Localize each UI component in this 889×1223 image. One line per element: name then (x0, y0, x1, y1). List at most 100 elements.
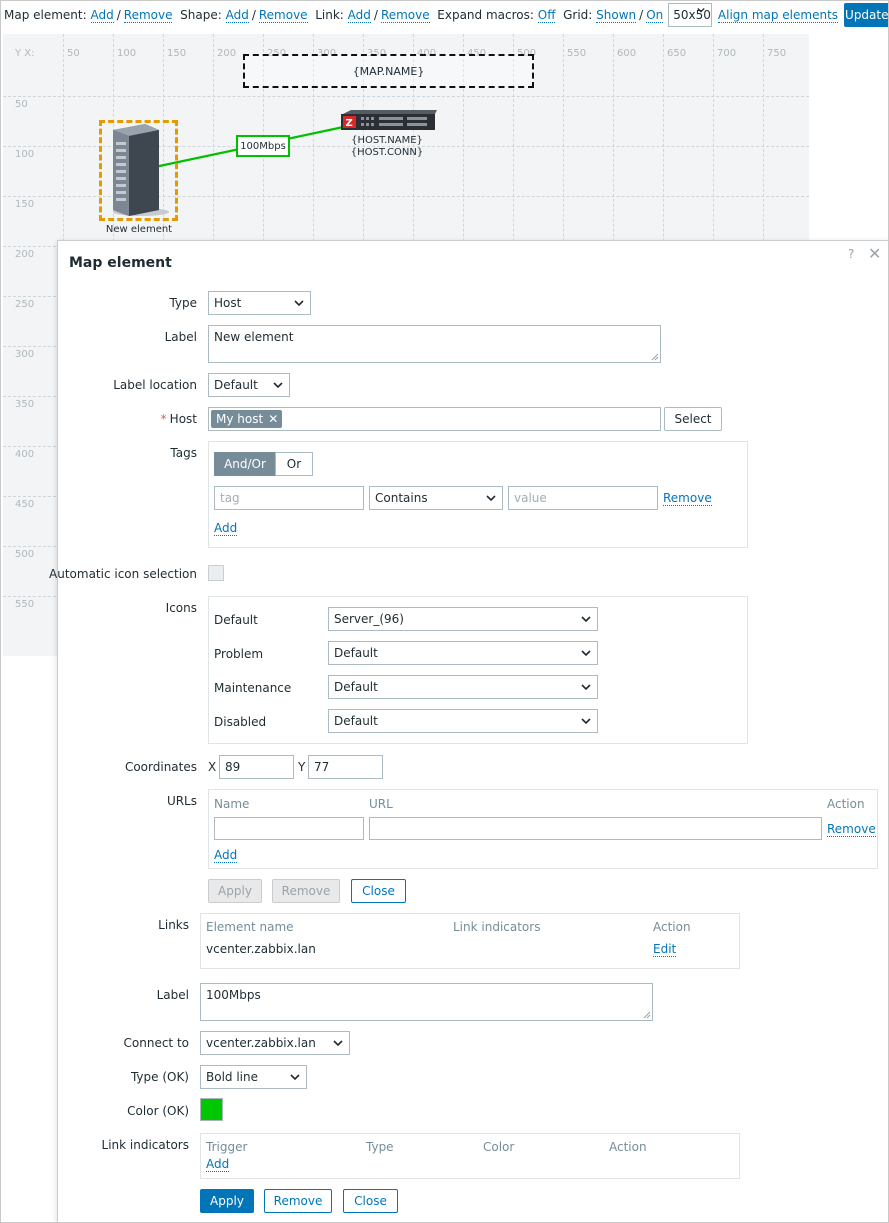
icon-select-maintenance[interactable]: Default (328, 675, 598, 699)
connect-to-value: vcenter.zabbix.lan (206, 1036, 316, 1050)
color-ok-swatch[interactable] (200, 1098, 223, 1121)
icon-row-label: Default (214, 613, 258, 627)
tag-remove-link[interactable]: Remove (663, 491, 712, 506)
element-remove-button[interactable]: Remove (272, 879, 340, 903)
map-element-label: Map element: (4, 8, 87, 22)
label-value: New element (214, 330, 294, 344)
icons-label: Icons (165, 601, 197, 615)
x-coordinate-input[interactable]: 89 (219, 755, 294, 779)
element-add-link[interactable]: Add (90, 8, 114, 23)
grid-snap-toggle[interactable]: On (646, 8, 664, 23)
label-location-label: Label location (113, 378, 197, 392)
icon-select-value: Default (334, 646, 378, 660)
grid-size-select[interactable]: 50x50 (668, 3, 712, 27)
link-remove-button[interactable]: Remove (264, 1189, 332, 1213)
label-location-select[interactable]: Default (208, 373, 290, 397)
chevron-down-icon (581, 616, 591, 623)
tag-add-link[interactable]: Add (214, 521, 238, 536)
link-add-link[interactable]: Add (347, 8, 371, 23)
label-label: Label (164, 330, 197, 344)
chevron-down-icon (294, 300, 304, 307)
host-chip-text: My host (216, 412, 264, 426)
urls-col-url: URL (369, 797, 393, 811)
update-button[interactable]: Update (844, 3, 889, 27)
auto-icon-label: Automatic icon selection (49, 567, 197, 581)
li-col-color: Color (483, 1140, 515, 1154)
type-label: Type (169, 296, 197, 310)
tags-or-toggle[interactable]: Or (275, 452, 313, 476)
expand-macros-label: Expand macros: (437, 8, 534, 22)
type-value: Host (214, 296, 242, 310)
help-icon[interactable]: ? (848, 247, 854, 261)
link-element-name: vcenter.zabbix.lan (206, 942, 316, 956)
tags-label: Tags (170, 446, 197, 460)
align-map-elements-link[interactable]: Align map elements (717, 8, 839, 23)
x-value: 89 (225, 760, 241, 774)
color-ok-label: Color (OK) (127, 1104, 189, 1118)
auto-icon-checkbox[interactable] (208, 565, 224, 581)
select-host-button[interactable]: Select (664, 407, 722, 431)
svg-text:Z: Z (346, 118, 353, 129)
label-textarea[interactable]: New element (208, 325, 661, 363)
host-name-macro: {HOST.NAME} (351, 135, 423, 146)
shape-remove-link[interactable]: Remove (258, 8, 308, 23)
icon-select-problem[interactable]: Default (328, 641, 598, 665)
link-label-box[interactable]: 100Mbps (236, 135, 290, 157)
link-label-value: 100Mbps (206, 988, 261, 1002)
url-remove-link[interactable]: Remove (827, 822, 876, 837)
link-edit-link[interactable]: Edit (653, 942, 677, 957)
urls-col-name: Name (214, 797, 250, 811)
chevron-down-icon (273, 382, 283, 389)
link-label-textarea[interactable]: 100Mbps (200, 983, 653, 1021)
chip-remove-icon[interactable]: ✕ (268, 412, 278, 426)
icon-row-label: Maintenance (214, 681, 292, 695)
coordinates-label: Coordinates (124, 760, 197, 774)
connect-to-select[interactable]: vcenter.zabbix.lan (200, 1031, 350, 1055)
tags-and-or-toggle[interactable]: And/Or (214, 452, 276, 476)
url-input[interactable] (369, 817, 822, 840)
slash: / (116, 8, 121, 22)
links-label: Links (158, 918, 189, 932)
expand-macros-toggle[interactable]: Off (537, 8, 556, 23)
icon-select-default[interactable]: Server_(96) (328, 607, 598, 631)
x-label: X (208, 760, 217, 774)
link-remove-link[interactable]: Remove (380, 8, 430, 23)
element-remove-link[interactable]: Remove (123, 8, 173, 23)
close-icon[interactable]: ✕ (868, 244, 881, 263)
li-add-link[interactable]: Add (206, 1157, 230, 1172)
element-apply-button[interactable]: Apply (208, 879, 262, 903)
link-label-label: Label (156, 988, 189, 1002)
rack-server-icon[interactable]: Z (339, 110, 437, 134)
tag-value-input[interactable]: value (508, 486, 658, 510)
host-label-text: Host (169, 412, 197, 426)
link-apply-button[interactable]: Apply (200, 1189, 254, 1213)
chevron-down-icon (581, 718, 591, 725)
grid-shown-toggle[interactable]: Shown (596, 8, 637, 23)
icon-select-value: Default (334, 680, 378, 694)
icon-row-label: Disabled (214, 715, 267, 729)
tag-input[interactable]: tag (214, 486, 364, 510)
element-close-button[interactable]: Close (351, 879, 406, 903)
type-select[interactable]: Host (208, 291, 311, 315)
new-element-label: New element (105, 224, 173, 235)
chevron-down-icon (697, 7, 705, 13)
links-col-action: Action (653, 920, 691, 934)
link-close-button[interactable]: Close (343, 1189, 398, 1213)
server-icon[interactable] (107, 124, 171, 218)
type-ok-select[interactable]: Bold line (200, 1065, 307, 1089)
icon-select-disabled[interactable]: Default (328, 709, 598, 733)
links-col-indicators: Link indicators (453, 920, 541, 934)
li-col-trigger: Trigger (206, 1140, 248, 1154)
shape-add-link[interactable]: Add (225, 8, 249, 23)
y-value: 77 (314, 760, 330, 774)
dialog-title: Map element (69, 255, 172, 271)
url-add-link[interactable]: Add (214, 848, 238, 863)
url-name-input[interactable] (214, 817, 364, 840)
tag-operator-select[interactable]: Contains (369, 486, 503, 510)
type-ok-label: Type (OK) (130, 1070, 189, 1084)
li-col-action: Action (609, 1140, 647, 1154)
y-coordinate-input[interactable]: 77 (308, 755, 383, 779)
resize-grip-icon[interactable] (651, 353, 659, 361)
icon-row-label: Problem (214, 647, 264, 661)
resize-grip-icon[interactable] (643, 1011, 651, 1019)
